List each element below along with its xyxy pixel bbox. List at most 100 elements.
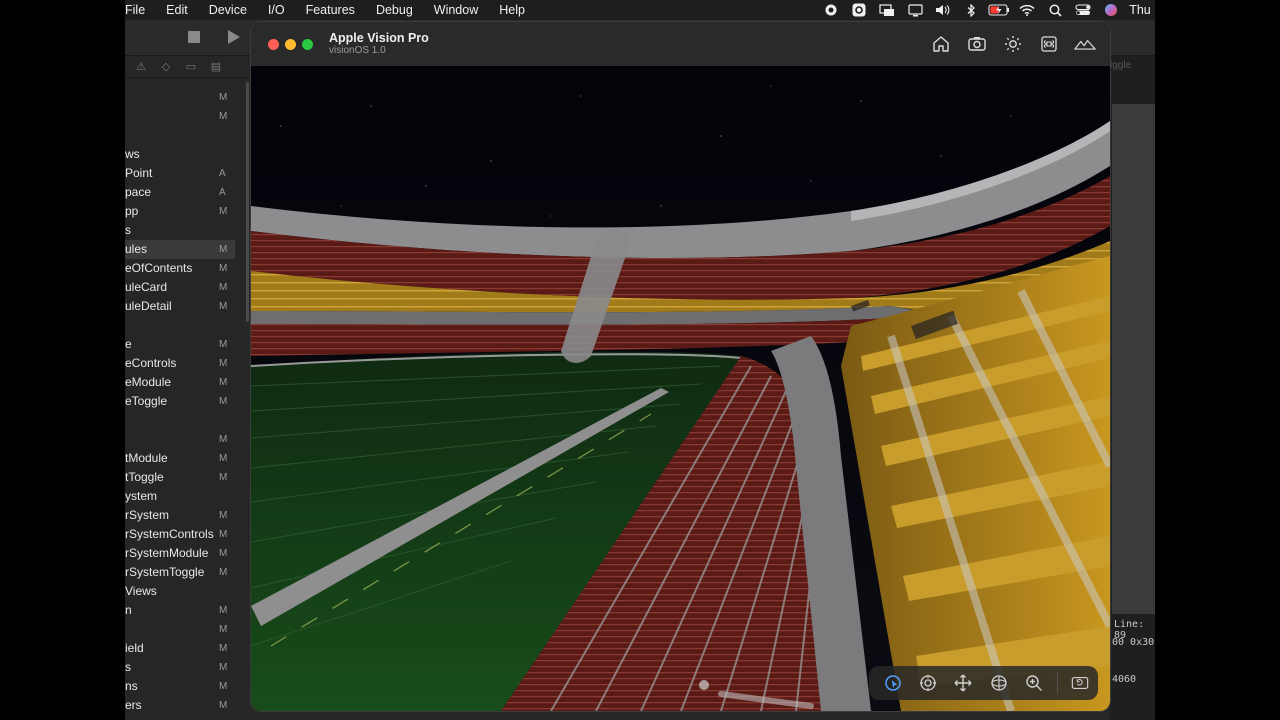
source-control-status: M xyxy=(219,681,228,692)
menu-i-o[interactable]: I/O xyxy=(268,3,285,17)
search-icon[interactable] xyxy=(1041,0,1069,20)
screenshot-icon[interactable] xyxy=(966,33,988,55)
menu-help[interactable]: Help xyxy=(499,3,525,17)
camera-reset-icon[interactable] xyxy=(1063,669,1098,697)
menu-clock[interactable]: Thu xyxy=(1125,0,1155,20)
navigator-row[interactable]: Point A xyxy=(125,164,235,183)
simulator-title-bar: Apple Vision Pro visionOS 1.0 xyxy=(251,22,1110,66)
navigator-row[interactable]: pp M xyxy=(125,202,235,221)
navigator-row[interactable]: tToggle M xyxy=(125,468,235,487)
navigator-row[interactable]: ns M xyxy=(125,677,235,696)
pan-icon[interactable] xyxy=(946,669,981,697)
wifi-icon[interactable] xyxy=(1013,0,1041,20)
file-name: tToggle xyxy=(125,470,164,484)
record-icon[interactable] xyxy=(817,0,845,20)
navigator-row[interactable]: M xyxy=(125,107,235,126)
navigator-row[interactable] xyxy=(125,316,235,335)
menu-device[interactable]: Device xyxy=(209,3,247,17)
navigator-row[interactable]: ules M xyxy=(125,240,235,259)
close-button[interactable] xyxy=(268,39,279,50)
environment-icon[interactable] xyxy=(1074,33,1096,55)
file-name: ystem xyxy=(125,489,158,503)
battery-icon[interactable] xyxy=(985,0,1013,20)
simulator-toolbar xyxy=(930,33,1096,55)
menu-file[interactable]: File xyxy=(125,3,145,17)
siri-icon[interactable] xyxy=(1097,0,1125,20)
navigator-row[interactable]: nM xyxy=(125,601,235,620)
source-control-status: M xyxy=(219,605,228,616)
navigator-row[interactable]: eToggle M xyxy=(125,392,235,411)
navigator-row[interactable]: rSystemControls M xyxy=(125,525,235,544)
navigator-scrollbar[interactable] xyxy=(246,82,249,322)
navigator-row[interactable]: eControls M xyxy=(125,354,235,373)
tilt-icon[interactable] xyxy=(910,669,945,697)
tag-icon[interactable]: ▭ xyxy=(183,60,199,73)
file-name: uleCard xyxy=(125,280,168,294)
navigator-row[interactable]: uleCard M xyxy=(125,278,235,297)
navigator-row[interactable]: rSystem M xyxy=(125,506,235,525)
source-control-status: M xyxy=(219,453,228,464)
navigator-row[interactable]: eModule M xyxy=(125,373,235,392)
file-name: eControls xyxy=(125,356,177,370)
app-icon[interactable] xyxy=(845,0,873,20)
menu-edit[interactable]: Edit xyxy=(166,3,188,17)
navigator-row[interactable]: ws xyxy=(125,145,235,164)
run-button[interactable] xyxy=(228,30,240,44)
navigator-row[interactable]: M xyxy=(125,620,235,639)
editor-pane xyxy=(1112,104,1155,614)
menu-bar: File Edit Device I/O Features Debug Window Help… xyxy=(125,0,1155,20)
navigator-row[interactable]: ystem xyxy=(125,487,235,506)
navigator-row[interactable]: M xyxy=(125,88,235,107)
navigator-row[interactable]: eOfContents M xyxy=(125,259,235,278)
source-control-status: M xyxy=(219,396,228,407)
file-name: eOfContents xyxy=(125,261,193,275)
navigator-row[interactable]: M xyxy=(125,430,235,449)
navigator-row[interactable]: pace A xyxy=(125,183,235,202)
navigator-row[interactable]: ers M xyxy=(125,696,235,715)
home-icon[interactable] xyxy=(930,33,952,55)
control-center-icon[interactable] xyxy=(1069,0,1097,20)
navigator-row[interactable]: sM xyxy=(125,658,235,677)
warning-icon[interactable]: ⚠ xyxy=(133,60,149,73)
navigator-row[interactable]: rSystemToggle M xyxy=(125,563,235,582)
doc-icon[interactable]: ▤ xyxy=(208,60,224,73)
command-icon[interactable] xyxy=(1038,33,1060,55)
file-name: ers xyxy=(125,698,142,712)
display-icon[interactable] xyxy=(873,0,901,20)
immersive-stadium-scene[interactable] xyxy=(251,66,1110,711)
navigator-row[interactable] xyxy=(125,411,235,430)
minimize-button[interactable] xyxy=(285,39,296,50)
menu-window[interactable]: Window xyxy=(434,3,478,17)
interact-icon[interactable] xyxy=(875,669,910,697)
editor-tab-fragment[interactable]: iggle xyxy=(1110,60,1131,71)
file-name: ield xyxy=(125,641,144,655)
navigator-row[interactable]: Views xyxy=(125,582,235,601)
source-control-status: M xyxy=(219,700,228,711)
file-name: rSystem xyxy=(125,508,170,522)
volume-icon[interactable] xyxy=(929,0,957,20)
simulator-os-version: visionOS 1.0 xyxy=(329,45,386,56)
source-control-status: M xyxy=(219,111,228,122)
brightness-icon[interactable] xyxy=(1002,33,1024,55)
file-name: uleDetail xyxy=(125,299,172,313)
orbit-icon[interactable] xyxy=(981,669,1016,697)
menu-features[interactable]: Features xyxy=(306,3,355,17)
stop-button[interactable] xyxy=(188,31,200,43)
navigator-row[interactable]: eM xyxy=(125,335,235,354)
navigator-row[interactable]: ield M xyxy=(125,639,235,658)
zoom-icon[interactable] xyxy=(1016,669,1051,697)
zoom-button[interactable] xyxy=(302,39,313,50)
diamond-icon[interactable]: ◇ xyxy=(158,60,174,73)
monitor-icon[interactable] xyxy=(901,0,929,20)
navigator-row[interactable]: s xyxy=(125,221,235,240)
navigator-row[interactable] xyxy=(125,126,235,145)
console-address: 00 0x30 xyxy=(1112,637,1155,648)
navigator-row[interactable]: uleDetail M xyxy=(125,297,235,316)
navigator-row[interactable]: rSystemModule M xyxy=(125,544,235,563)
navigator-row[interactable]: tModule M xyxy=(125,449,235,468)
file-name: e xyxy=(125,337,132,351)
menu-debug[interactable]: Debug xyxy=(376,3,413,17)
bluetooth-icon[interactable] xyxy=(957,0,985,20)
file-name: pp xyxy=(125,204,139,218)
file-name: rSystemControls xyxy=(125,527,214,541)
